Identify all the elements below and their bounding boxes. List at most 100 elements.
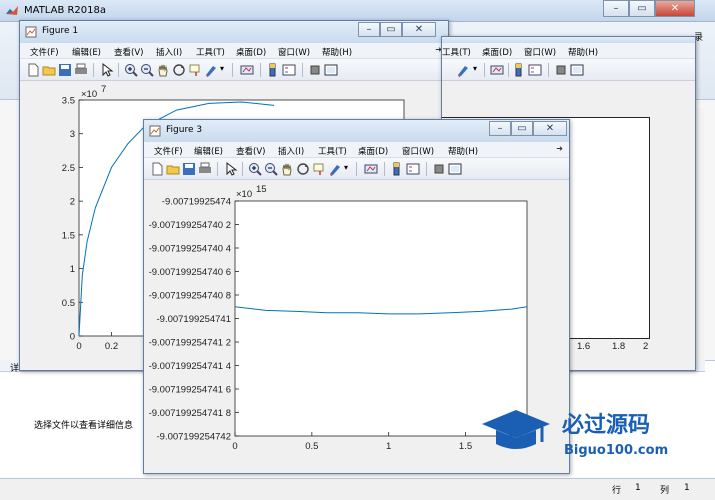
- brush-icon[interactable]: [456, 63, 470, 77]
- y-tick-label: -9.007199254740 6: [149, 267, 231, 278]
- zoom-out-icon[interactable]: [264, 162, 278, 176]
- y-tick-label: 3: [70, 129, 75, 140]
- data-cursor-icon[interactable]: [188, 63, 202, 77]
- menu-help[interactable]: 帮助(H): [448, 145, 478, 157]
- pointer-icon[interactable]: [224, 162, 238, 176]
- y-exponent-power: 7: [101, 84, 106, 95]
- colorbar-icon[interactable]: [512, 63, 526, 77]
- colorbar-icon[interactable]: [390, 162, 404, 176]
- toolbar-separator: [302, 63, 303, 77]
- new-figure-icon[interactable]: [26, 63, 40, 77]
- save-icon[interactable]: [182, 162, 196, 176]
- pointer-icon[interactable]: [100, 63, 114, 77]
- menu-file[interactable]: 文件(F): [30, 46, 59, 58]
- show-plot-tools-icon[interactable]: [570, 63, 584, 77]
- brush-dropdown-icon[interactable]: ▾: [220, 64, 224, 73]
- maximize-icon[interactable]: ▭: [629, 0, 655, 17]
- print-icon[interactable]: [74, 63, 88, 77]
- menu-window[interactable]: 窗口(W): [402, 145, 434, 157]
- zoom-in-icon[interactable]: [124, 63, 138, 77]
- y-tick-label: -9.007199254740 4: [149, 244, 231, 255]
- link-plot-icon[interactable]: [490, 63, 504, 77]
- watermark-url: Biguo100.com: [564, 443, 668, 458]
- brush-dropdown-icon[interactable]: ▾: [473, 64, 477, 73]
- pan-hand-icon[interactable]: [156, 63, 170, 77]
- brush-icon[interactable]: [204, 63, 218, 77]
- maximize-icon[interactable]: ▭: [380, 22, 402, 37]
- menu-insert[interactable]: 插入(I): [156, 46, 182, 58]
- open-file-icon[interactable]: [42, 63, 56, 77]
- minimize-icon[interactable]: –: [603, 0, 629, 17]
- dock-arrow-icon[interactable]: ➜: [556, 144, 563, 153]
- toolbar-separator: [484, 63, 485, 77]
- rotate-3d-icon[interactable]: [172, 63, 186, 77]
- data-cursor-icon[interactable]: [312, 162, 326, 176]
- menu-edit[interactable]: 编辑(E): [194, 145, 223, 157]
- minimize-icon[interactable]: –: [358, 22, 380, 37]
- link-plot-icon[interactable]: [364, 162, 378, 176]
- legend-icon[interactable]: [406, 162, 420, 176]
- zoom-out-icon[interactable]: [140, 63, 154, 77]
- legend-icon[interactable]: [282, 63, 296, 77]
- toolbar-separator: [93, 63, 94, 77]
- figure-3-menubar: 文件(F) 编辑(E) 查看(V) 插入(I) 工具(T) 桌面(D) 窗口(W…: [144, 142, 569, 158]
- hide-plot-tools-icon[interactable]: [432, 162, 446, 176]
- show-plot-tools-icon[interactable]: [448, 162, 462, 176]
- menu-desktop[interactable]: 桌面(D): [358, 145, 388, 157]
- zoom-in-icon[interactable]: [248, 162, 262, 176]
- menu-insert[interactable]: 插入(I): [278, 145, 304, 157]
- y-tick-label: -9.007199254741 4: [149, 361, 231, 372]
- y-tick-label: 3.5: [62, 96, 75, 107]
- menu-tools[interactable]: 工具(T): [196, 46, 225, 58]
- colorbar-icon[interactable]: [266, 63, 280, 77]
- pan-hand-icon[interactable]: [280, 162, 294, 176]
- menu-tools[interactable]: 工具(T): [442, 46, 471, 58]
- menu-window[interactable]: 窗口(W): [278, 46, 310, 58]
- figure-3-title: Figure 3: [166, 125, 203, 135]
- y-tick-label: -9.007199254740 8: [149, 291, 231, 302]
- menu-view[interactable]: 查看(V): [114, 46, 143, 58]
- close-icon[interactable]: ✕: [533, 121, 567, 136]
- brush-icon[interactable]: [328, 162, 342, 176]
- toolbar-separator: [260, 63, 261, 77]
- menu-help[interactable]: 帮助(H): [322, 46, 352, 58]
- details-header-label: 详: [10, 364, 20, 374]
- x-tick-label: 1.8: [612, 341, 626, 352]
- menu-help[interactable]: 帮助(H): [568, 46, 598, 58]
- brush-dropdown-icon[interactable]: ▾: [344, 163, 348, 172]
- hide-plot-tools-icon[interactable]: [554, 63, 568, 77]
- matlab-logo-icon: [6, 6, 18, 15]
- figure-3-axes-box: [234, 200, 528, 437]
- menu-edit[interactable]: 编辑(E): [72, 46, 101, 58]
- figure-2-toolbar: ▾: [442, 59, 695, 81]
- y-tick-label: -9.007199254742: [157, 432, 232, 443]
- y-tick-label: 2: [70, 197, 75, 208]
- link-plot-icon[interactable]: [240, 63, 254, 77]
- minimize-icon[interactable]: –: [489, 121, 511, 136]
- y-exponent-power: 15: [256, 184, 267, 195]
- close-icon[interactable]: ✕: [655, 0, 695, 17]
- menu-window[interactable]: 窗口(W): [524, 46, 556, 58]
- close-icon[interactable]: ✕: [402, 22, 436, 37]
- legend-icon[interactable]: [528, 63, 542, 77]
- menu-view[interactable]: 查看(V): [236, 145, 265, 157]
- save-icon[interactable]: [58, 63, 72, 77]
- rotate-3d-icon[interactable]: [296, 162, 310, 176]
- maximize-icon[interactable]: ▭: [511, 121, 533, 136]
- hide-plot-tools-icon[interactable]: [308, 63, 322, 77]
- toolbar-separator: [426, 162, 427, 176]
- open-file-icon[interactable]: [166, 162, 180, 176]
- menu-desktop[interactable]: 桌面(D): [236, 46, 266, 58]
- new-figure-icon[interactable]: [150, 162, 164, 176]
- print-icon[interactable]: [198, 162, 212, 176]
- y-tick-label: 2.5: [62, 163, 75, 174]
- show-plot-tools-icon[interactable]: [324, 63, 338, 77]
- menu-file[interactable]: 文件(F): [154, 145, 183, 157]
- status-bar: 行 1 列 1: [0, 478, 715, 500]
- menu-desktop[interactable]: 桌面(D): [482, 46, 512, 58]
- y-tick-label: -9.007199254741 8: [149, 408, 231, 419]
- main-title: MATLAB R2018a: [24, 5, 107, 16]
- y-exponent-label: ×10: [81, 89, 97, 100]
- menu-tools[interactable]: 工具(T): [318, 145, 347, 157]
- y-exponent-label: ×10: [236, 189, 252, 200]
